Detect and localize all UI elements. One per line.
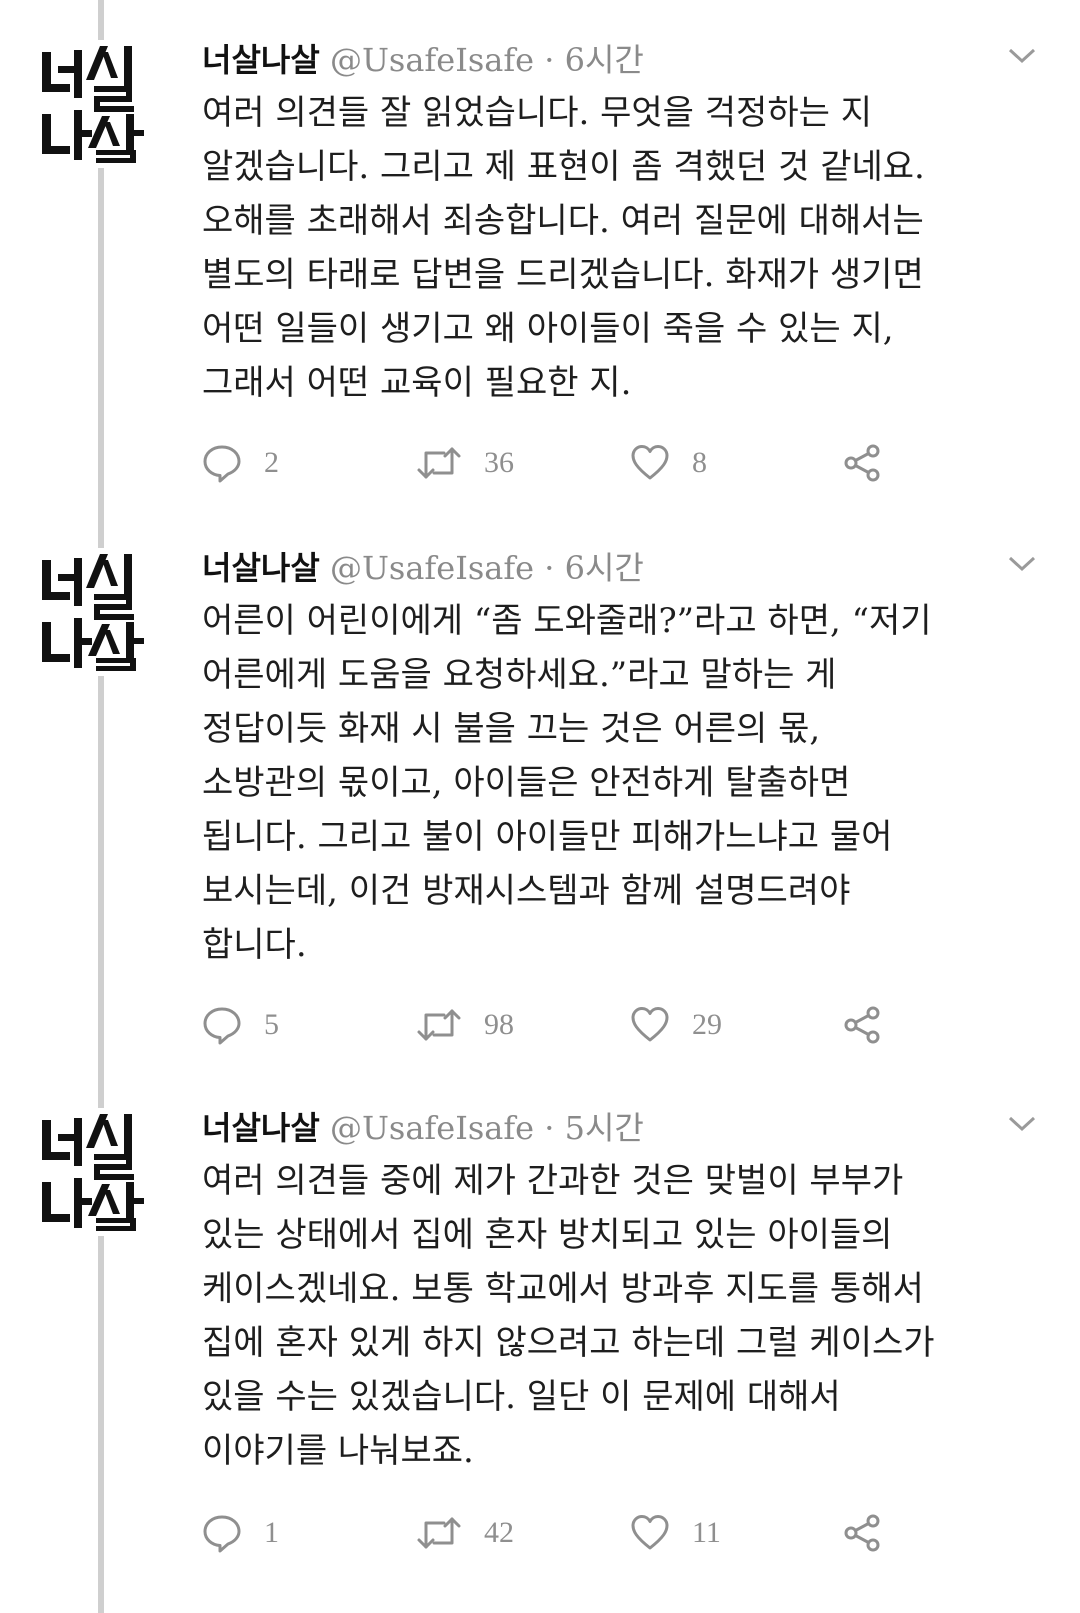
heart-icon xyxy=(631,445,669,480)
reply-icon xyxy=(203,445,241,483)
like-count: 8 xyxy=(692,446,707,479)
tweet-text-line: 됩니다. 그리고 불이 아이들만 피해가느냐고 물어 xyxy=(202,817,893,857)
retweet-icon xyxy=(417,1517,461,1549)
tweet-menu-button[interactable] xyxy=(1004,1112,1040,1136)
tweet-menu-button[interactable] xyxy=(1004,552,1040,576)
reply-button[interactable]: 5 xyxy=(202,1000,279,1050)
chevron-down-icon xyxy=(1008,48,1036,64)
like-button[interactable]: 29 xyxy=(630,1000,722,1050)
share-icon xyxy=(844,444,880,482)
retweet-button[interactable]: 36 xyxy=(416,438,514,488)
tweet-text-line: 여러 의견들 중에 제가 간과한 것은 맞벌이 부부가 xyxy=(202,1161,904,1201)
tweet-text-line: 있는 상태에서 집에 혼자 방치되고 있는 아이들의 xyxy=(202,1215,893,1255)
tweet-header: 너살나살 @UsafeIsafe · 5시간 xyxy=(202,1106,1020,1150)
user-handle[interactable]: @UsafeIsafe xyxy=(330,549,534,587)
avatar[interactable] xyxy=(36,40,164,168)
tweet-text-line: 집에 혼자 있게 하지 않으려고 하는데 그럴 케이스가 xyxy=(202,1323,935,1363)
heart-icon xyxy=(631,1515,669,1550)
avatar-logo xyxy=(42,554,144,671)
display-name[interactable]: 너살나살 xyxy=(202,41,320,79)
meta-separator: · xyxy=(544,41,555,79)
tweet-timestamp[interactable]: 6시간 xyxy=(565,41,644,79)
user-handle[interactable]: @UsafeIsafe xyxy=(330,41,534,79)
share-button[interactable] xyxy=(842,438,882,488)
tweet-actions: 1 42 11 xyxy=(202,1508,922,1558)
tweet-text-line: 별도의 타래로 답변을 드리겠습니다. 화재가 생기면 xyxy=(202,255,924,295)
display-name[interactable]: 너살나살 xyxy=(202,549,320,587)
tweet-text-line: 이야기를 나눠보죠. xyxy=(202,1431,474,1471)
tweet-header: 너살나살 @UsafeIsafe · 6시간 xyxy=(202,38,1020,82)
share-button[interactable] xyxy=(842,1000,882,1050)
tweet-text-line: 소방관의 몫이고, 아이들은 안전하게 탈출하면 xyxy=(202,763,851,803)
meta-separator: · xyxy=(544,549,555,587)
reply-icon xyxy=(203,1515,241,1553)
retweet-count: 42 xyxy=(484,1516,514,1549)
share-icon xyxy=(844,1006,880,1044)
tweet-text: 어른이 어린이에게 “좀 도와줄래?”라고 하면, “저기어른에게 도움을 요청… xyxy=(202,594,1032,972)
tweet-timestamp[interactable]: 5시간 xyxy=(565,1109,644,1147)
like-button[interactable]: 8 xyxy=(630,438,707,488)
like-button[interactable]: 11 xyxy=(630,1508,721,1558)
display-name[interactable]: 너살나살 xyxy=(202,1109,320,1147)
reply-button[interactable]: 1 xyxy=(202,1508,279,1558)
avatar-logo xyxy=(42,46,144,163)
tweet-text-line: 케이스겠네요. 보통 학교에서 방과후 지도를 통해서 xyxy=(202,1269,924,1309)
tweet-text-line: 어떤 일들이 생기고 왜 아이들이 죽을 수 있는 지, xyxy=(202,309,894,349)
retweet-count: 98 xyxy=(484,1008,514,1041)
share-icon xyxy=(844,1514,880,1552)
tweet-text-line: 그래서 어떤 교육이 필요한 지. xyxy=(202,363,632,403)
reply-icon xyxy=(203,1007,241,1045)
thread-line xyxy=(98,0,104,1613)
like-count: 29 xyxy=(692,1008,722,1041)
avatar[interactable] xyxy=(36,548,164,676)
tweet-text-line: 어른에게 도움을 요청하세요.”라고 말하는 게 xyxy=(202,655,837,695)
retweet-button[interactable]: 42 xyxy=(416,1508,514,1558)
chevron-down-icon xyxy=(1008,556,1036,572)
heart-icon xyxy=(631,1007,669,1042)
tweet-menu-button[interactable] xyxy=(1004,44,1040,68)
avatar-logo xyxy=(42,1114,144,1231)
tweet-text-line: 합니다. xyxy=(202,925,307,965)
tweet-text-line: 여러 의견들 잘 읽었습니다. 무엇을 걱정하는 지 xyxy=(202,93,872,133)
reply-count: 1 xyxy=(264,1516,279,1549)
tweet-text-line: 어른이 어린이에게 “좀 도와줄래?”라고 하면, “저기 xyxy=(202,601,932,641)
tweet-header: 너살나살 @UsafeIsafe · 6시간 xyxy=(202,546,1020,590)
tweet-text: 여러 의견들 잘 읽었습니다. 무엇을 걱정하는 지알겠습니다. 그리고 제 표… xyxy=(202,86,1032,410)
tweet-text-line: 정답이듯 화재 시 불을 끄는 것은 어른의 몫, xyxy=(202,709,821,749)
tweet-actions: 5 98 29 xyxy=(202,1000,922,1050)
retweet-count: 36 xyxy=(484,446,514,479)
tweet-text-line: 보시는데, 이건 방재시스템과 함께 설명드려야 xyxy=(202,871,851,911)
tweet-text: 여러 의견들 중에 제가 간과한 것은 맞벌이 부부가있는 상태에서 집에 혼자… xyxy=(202,1154,1032,1478)
tweet-actions: 2 36 8 xyxy=(202,438,922,488)
reply-count: 2 xyxy=(264,446,279,479)
avatar[interactable] xyxy=(36,1108,164,1236)
tweet-timestamp[interactable]: 6시간 xyxy=(565,549,644,587)
retweet-icon xyxy=(417,1009,461,1041)
like-count: 11 xyxy=(692,1516,721,1549)
tweet-text-line: 알겠습니다. 그리고 제 표현이 좀 격했던 것 같네요. xyxy=(202,147,925,187)
reply-button[interactable]: 2 xyxy=(202,438,279,488)
tweet-text-line: 오해를 초래해서 죄송합니다. 여러 질문에 대해서는 xyxy=(202,201,924,241)
retweet-button[interactable]: 98 xyxy=(416,1000,514,1050)
meta-separator: · xyxy=(544,1109,555,1147)
user-handle[interactable]: @UsafeIsafe xyxy=(330,1109,534,1147)
reply-count: 5 xyxy=(264,1008,279,1041)
chevron-down-icon xyxy=(1008,1116,1036,1132)
tweet-text-line: 있을 수는 있겠습니다. 일단 이 문제에 대해서 xyxy=(202,1377,841,1417)
share-button[interactable] xyxy=(842,1508,882,1558)
retweet-icon xyxy=(417,447,461,479)
